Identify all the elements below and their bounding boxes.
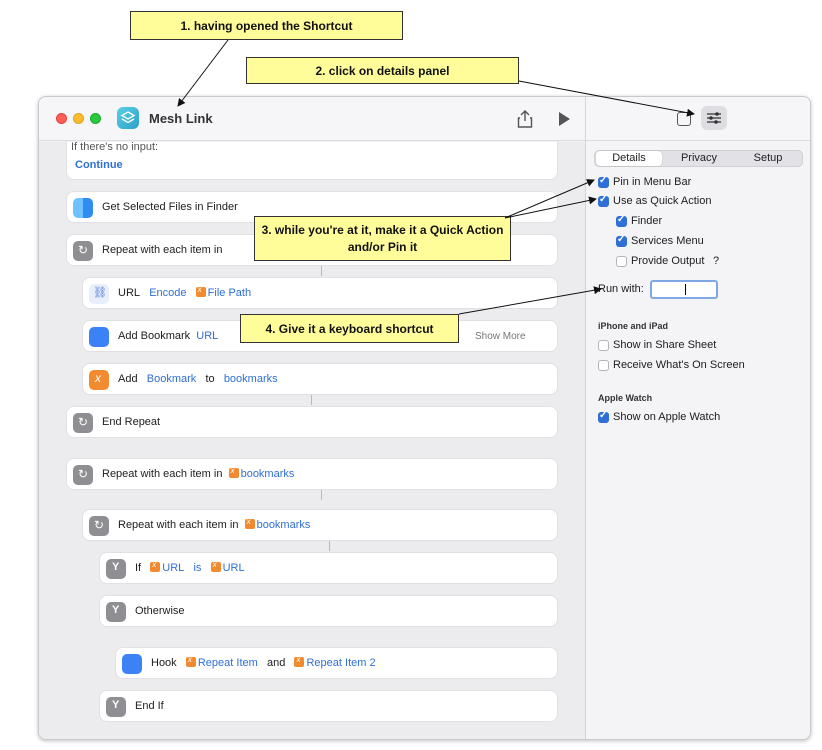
arrow-to-details-button <box>518 80 695 117</box>
arrow-to-pin-checkbox <box>504 179 595 219</box>
arrow-to-title <box>177 39 229 107</box>
arrow-to-run-with-field <box>458 286 602 315</box>
annotation-arrows <box>177 39 695 315</box>
arrow-to-quick-action-checkbox <box>504 196 597 219</box>
